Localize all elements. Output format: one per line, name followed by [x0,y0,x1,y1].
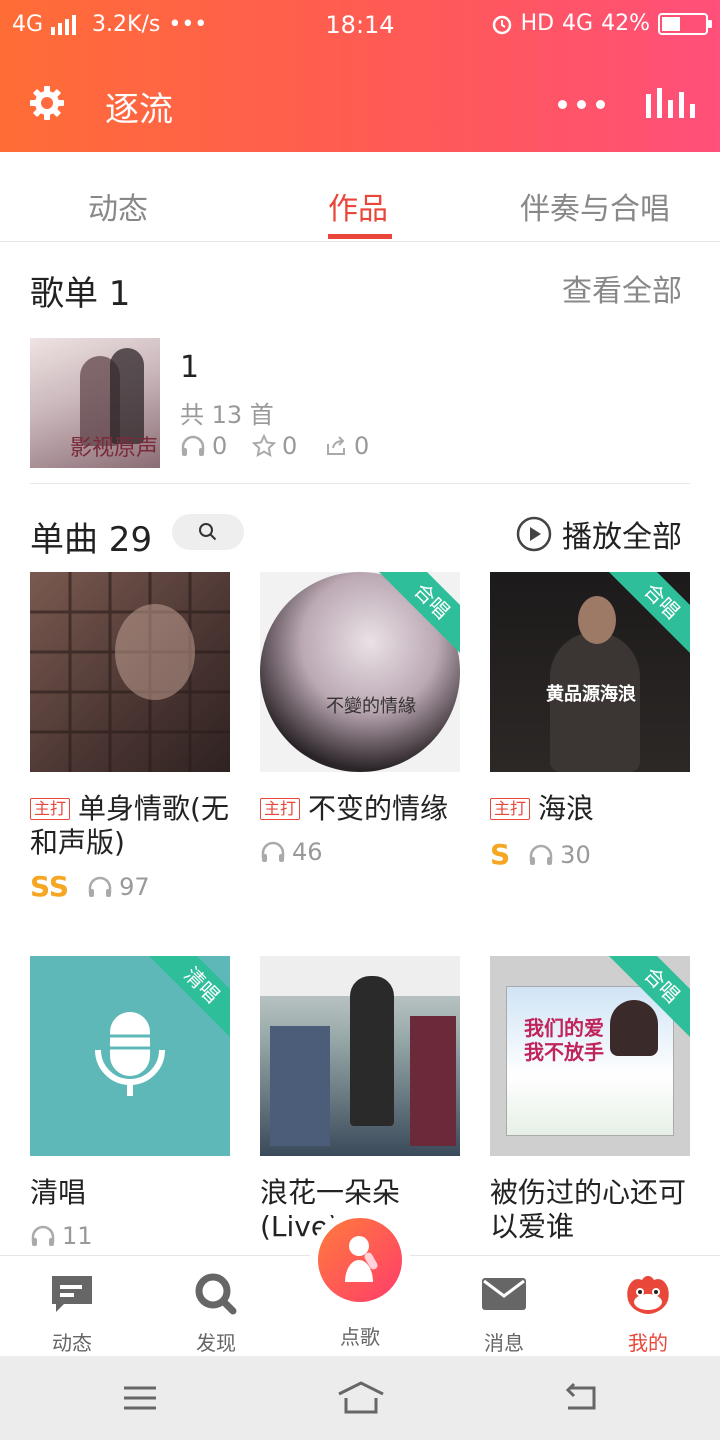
nav-discover[interactable]: 发现 [166,1272,266,1356]
song-cover-text: 我们的爱我不放手 [524,1016,604,1064]
playlist-section-title: 歌单 1 [30,274,131,314]
nav-messages[interactable]: 消息 [454,1272,554,1356]
song-title[interactable]: 被伤过的心还可以爱谁 [490,1176,695,1244]
status-bar: 4G 3.2K/s ••• 18:14 HD 4G 42% [0,0,720,52]
microphone-person-icon [345,1236,378,1282]
active-tab-indicator [328,234,392,239]
headphones-icon [181,435,205,456]
playlist-plays: 0 [180,432,227,460]
headphones-icon [261,841,285,862]
play-all-button[interactable]: 播放全部 [516,512,682,556]
song-cover-text: 黄品源海浪 [546,684,636,705]
cover-grid-art [30,572,230,772]
nav-request-song-label: 点歌 [340,1325,380,1349]
score-badge: S [490,838,511,871]
settings-gear-icon[interactable] [28,84,66,122]
header: 4G 3.2K/s ••• 18:14 HD 4G 42% 逐流 [0,0,720,152]
song-title[interactable]: 主打 单身情歌(无和声版) [30,792,240,860]
song-cover[interactable]: 不變的情緣 合唱 [260,572,460,772]
headphones-icon [88,876,112,897]
headphones-icon [529,844,553,865]
system-navigation-bar [0,1356,720,1440]
home-icon[interactable] [336,1380,386,1416]
tab-accompaniment-chorus[interactable]: 伴奏与合唱 [520,184,670,228]
more-options-icon[interactable] [558,100,605,109]
equalizer-icon[interactable] [646,88,695,118]
song-cover[interactable]: 我们的爱我不放手 合唱 [490,956,690,1156]
song-stats: SS 97 [30,870,150,903]
bird-avatar-icon [627,1276,669,1314]
song-title[interactable]: 主打 不变的情缘 [260,792,470,826]
playlist-cover[interactable]: 影视原声 [30,338,160,468]
song-stats: 11 [30,1222,93,1250]
view-all-link[interactable]: 查看全部 [562,266,682,310]
menu-icon[interactable] [122,1384,158,1412]
song-cover[interactable]: 黄品源海浪 合唱 [490,572,690,772]
request-song-button[interactable] [318,1218,402,1302]
nav-me[interactable]: 我的 [598,1272,698,1356]
song-title[interactable]: 清唱 [30,1176,240,1210]
search-icon [195,1273,237,1315]
tab-works[interactable]: 作品 [328,184,388,228]
back-icon[interactable] [562,1382,598,1414]
song-cover[interactable] [30,572,230,772]
song-search-button[interactable] [172,514,244,550]
app-bar: 逐流 [0,70,720,138]
song-stats: S 30 [490,838,591,871]
featured-tag: 主打 [30,798,71,820]
playlist-shares: 0 [324,432,369,460]
score-badge: SS [30,870,70,903]
playlist-name[interactable]: 1 [180,350,199,385]
tab-activity[interactable]: 动态 [88,184,148,228]
song-cover-text: 不變的情緣 [326,696,416,717]
songs-section-title: 单曲 29 [30,520,153,560]
chat-bubble-icon [52,1276,92,1312]
star-icon [252,434,276,458]
headphones-icon [31,1225,55,1246]
envelope-icon [482,1278,526,1310]
playlist-song-count: 共 13 首 [180,401,274,429]
featured-tag: 主打 [490,798,531,820]
network-type-2: 4G [562,11,594,36]
share-icon [327,436,345,455]
song-stats: 46 [260,838,323,866]
battery-icon [658,12,712,35]
nav-activity[interactable]: 动态 [22,1272,122,1356]
profile-tabs: 动态 作品 伴奏与合唱 [0,160,720,242]
alarm-icon [492,15,511,34]
song-title[interactable]: 主打 海浪 [490,792,700,826]
song-cover[interactable] [260,956,460,1156]
battery-percent: 42% [601,11,650,36]
page-title: 逐流 [105,90,173,130]
featured-tag: 主打 [260,798,301,820]
playlist-favorites: 0 [252,432,297,460]
playlist-cover-text: 影视原声 [70,436,159,461]
search-icon [199,523,217,541]
section-divider [30,483,690,484]
hd-indicator: HD [520,11,555,36]
play-circle-icon [516,516,552,552]
song-cover[interactable]: 清唱 [30,956,230,1156]
